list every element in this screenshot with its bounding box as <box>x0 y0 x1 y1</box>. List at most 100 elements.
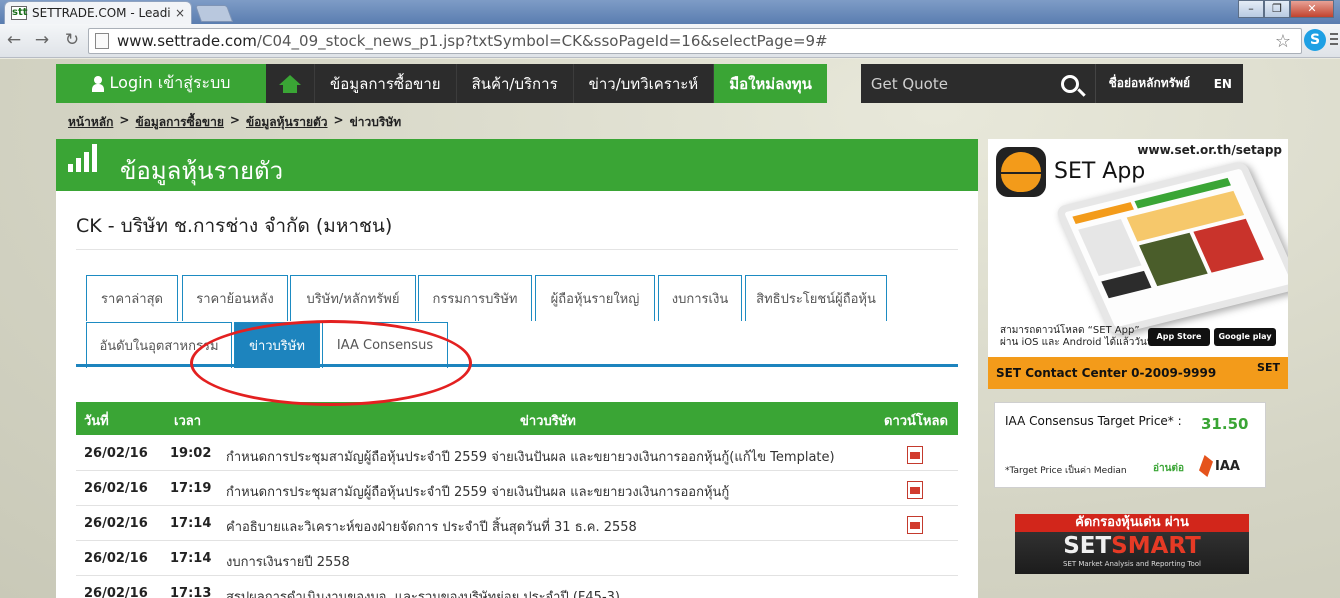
download-line-1: สามารถดาวน์โหลด “SET App” <box>1000 325 1140 336</box>
tab-major-shareholders[interactable]: ผู้ถือหุ้นรายใหญ่ <box>535 275 655 321</box>
ad-app-name: SET App <box>1054 159 1146 184</box>
new-tab-button[interactable] <box>194 5 234 22</box>
news-table-header: วันที่ เวลา ข่าวบริษัท ดาวน์โหลด <box>76 402 958 435</box>
breadcrumb-home[interactable]: หน้าหลัก <box>68 113 113 132</box>
news-row[interactable]: 26/02/16 17:14 คำอธิบายและวิเคราะห์ของฝ่… <box>76 506 958 541</box>
breadcrumb-stock-info[interactable]: ข้อมูลหุ้นรายตัว <box>246 113 328 132</box>
address-bar[interactable]: www.settrade.com/C04_09_stock_news_p1.js… <box>88 28 1302 54</box>
url-path: /C04_09_stock_news_p1.jsp?txtSymbol=CK&s… <box>256 32 828 50</box>
download-line-2: ผ่าน iOS และ Android ได้แล้ววันนี้ <box>1000 337 1154 348</box>
news-row[interactable]: 26/02/16 17:19 กำหนดการประชุมสามัญผู้ถือ… <box>76 471 958 506</box>
browser-tab[interactable]: stt SETTRADE.COM - Leading × <box>4 1 192 24</box>
news-headline-link[interactable]: กำหนดการประชุมสามัญผู้ถือหุ้นประจำปี 255… <box>226 446 835 467</box>
col-download: ดาวน์โหลด <box>884 414 948 429</box>
news-time: 17:19 <box>170 481 212 496</box>
company-name: CK - บริษัท ช.การช่าง จำกัด (มหาชน) <box>76 215 393 237</box>
app-store-badge[interactable]: App Store <box>1148 328 1210 346</box>
bar-chart-icon <box>68 142 98 172</box>
login-button[interactable]: Login เข้าสู่ระบบ <box>56 64 266 103</box>
iaa-logo-text: IAA <box>1215 458 1240 474</box>
settrade-favicon: stt <box>11 6 28 20</box>
section-header: ข้อมูลหุ้นรายตัว <box>56 139 978 191</box>
ad-url: www.set.or.th/setapp <box>1137 143 1282 157</box>
search-button[interactable] <box>1044 64 1095 103</box>
tab-company-profile[interactable]: บริษัท/หลักทรัพย์ <box>290 275 416 321</box>
back-arrow-icon[interactable]: ← <box>2 30 26 50</box>
setsmart-set: SET <box>1063 533 1112 559</box>
news-headline-link[interactable]: คำอธิบายและวิเคราะห์ของฝ่ายจัดการ ประจำป… <box>226 516 637 537</box>
breadcrumb: หน้าหลัก > ข้อมูลการซื้อขาย > ข้อมูลหุ้น… <box>68 113 401 132</box>
news-headline-link[interactable]: สรุปผลการดำเนินงานของบจ. และรวมของบริษัท… <box>226 586 620 598</box>
col-time: เวลา <box>174 414 202 429</box>
set-app-logo-icon <box>996 147 1046 197</box>
news-row[interactable]: 26/02/16 17:14 งบการเงินรายปี 2558 <box>76 541 958 576</box>
news-date: 26/02/16 <box>84 551 148 566</box>
tab-board-of-directors[interactable]: กรรมการบริษัท <box>418 275 532 321</box>
news-time: 17:13 <box>170 586 212 598</box>
skype-extension-icon[interactable]: S <box>1304 29 1326 51</box>
maximize-button[interactable]: ❐ <box>1264 0 1290 18</box>
user-icon <box>91 75 104 92</box>
setsmart-subtitle: SET Market Analysis and Reporting Tool <box>1063 560 1201 568</box>
window-titlebar: stt SETTRADE.COM - Leading × – ❐ ✕ <box>0 0 1340 24</box>
forward-arrow-icon[interactable]: → <box>30 30 54 50</box>
news-date: 26/02/16 <box>84 446 148 461</box>
breadcrumb-trading-info[interactable]: ข้อมูลการซื้อขาย <box>135 113 223 132</box>
nav-item-news[interactable]: ข่าว/บทวิเคราะห์ <box>572 64 714 103</box>
window-controls: – ❐ ✕ <box>1238 0 1334 18</box>
iaa-logo-icon <box>1199 455 1213 477</box>
news-headline-link[interactable]: กำหนดการประชุมสามัญผู้ถือหุ้นประจำปี 255… <box>226 481 729 502</box>
nav-item-products[interactable]: สินค้า/บริการ <box>455 64 573 103</box>
close-window-button[interactable]: ✕ <box>1290 0 1334 18</box>
tablet-icon <box>1054 160 1288 336</box>
red-annotation-ellipse <box>190 320 472 406</box>
pdf-download-icon[interactable] <box>907 481 923 499</box>
iaa-read-more-link[interactable]: อ่านต่อ <box>1153 461 1184 476</box>
home-icon <box>279 74 301 93</box>
col-date: วันที่ <box>84 414 109 429</box>
set-app-banner[interactable]: www.set.or.th/setapp SET App สามารถดาวน์… <box>988 139 1288 389</box>
news-row[interactable]: 26/02/16 17:13 สรุปผลการดำเนินงานของบจ. … <box>76 576 958 598</box>
ad-contact-bar: SET Contact Center 0-2009-9999 SET <box>988 357 1288 389</box>
login-label: Login เข้าสู่ระบบ <box>109 73 231 92</box>
breadcrumb-separator: > <box>119 113 130 127</box>
home-button[interactable] <box>266 64 314 103</box>
nav-item-trading-info[interactable]: ข้อมูลการซื้อขาย <box>314 64 456 103</box>
tab-shareholder-rights[interactable]: สิทธิประโยชน์ผู้ถือหุ้น <box>745 275 887 321</box>
news-row[interactable]: 26/02/16 19:02 กำหนดการประชุมสามัญผู้ถือ… <box>76 436 958 471</box>
news-date: 26/02/16 <box>84 586 148 598</box>
pdf-download-icon[interactable] <box>907 516 923 534</box>
news-time: 19:02 <box>170 446 212 461</box>
page-icon <box>95 33 109 49</box>
breadcrumb-current: ข่าวบริษัท <box>349 115 402 129</box>
browser-toolbar: ← → ↻ www.settrade.com/C04_09_stock_news… <box>0 24 1340 58</box>
pdf-download-icon[interactable] <box>907 446 923 464</box>
breadcrumb-separator: > <box>333 113 344 127</box>
url-text[interactable]: www.settrade.com/C04_09_stock_news_p1.js… <box>117 32 828 50</box>
bookmark-star-icon[interactable]: ☆ <box>1275 31 1291 52</box>
news-headline-link[interactable]: งบการเงินรายปี 2558 <box>226 551 350 572</box>
col-headline: ข่าวบริษัท <box>520 414 576 429</box>
google-play-badge[interactable]: Google play <box>1214 328 1276 346</box>
tab-close-icon[interactable]: × <box>175 6 185 20</box>
get-quote-input[interactable]: Get Quote <box>860 64 1045 103</box>
language-toggle[interactable]: EN <box>1202 64 1243 103</box>
tab-financial-statements[interactable]: งบการเงิน <box>658 275 742 321</box>
tab-historical-price[interactable]: ราคาย้อนหลัง <box>182 275 288 321</box>
iaa-consensus-box: IAA Consensus Target Price* : 31.50 *Tar… <box>994 402 1266 488</box>
set-logo-text: SET <box>1257 361 1280 374</box>
reload-icon[interactable]: ↻ <box>60 30 84 50</box>
symbol-lookup-button[interactable]: ชื่อย่อหลักทรัพย์ <box>1094 64 1203 103</box>
tab-latest-price[interactable]: ราคาล่าสุด <box>86 275 178 321</box>
search-icon <box>1060 74 1079 93</box>
iaa-logo: IAA <box>1199 455 1240 477</box>
minimize-button[interactable]: – <box>1238 0 1264 18</box>
setsmart-smart: SMART <box>1111 533 1201 559</box>
setsmart-banner[interactable]: คัดกรองหุ้นเด่น ผ่าน SETSMART SET Market… <box>1015 514 1249 574</box>
news-date: 26/02/16 <box>84 481 148 496</box>
iaa-note: *Target Price เป็นค่า Median <box>1005 466 1127 476</box>
nav-item-beginner[interactable]: มือใหม่ลงทุน <box>713 64 827 103</box>
chrome-menu-icon[interactable] <box>1330 33 1338 48</box>
breadcrumb-separator: > <box>229 113 240 127</box>
news-time: 17:14 <box>170 551 212 566</box>
